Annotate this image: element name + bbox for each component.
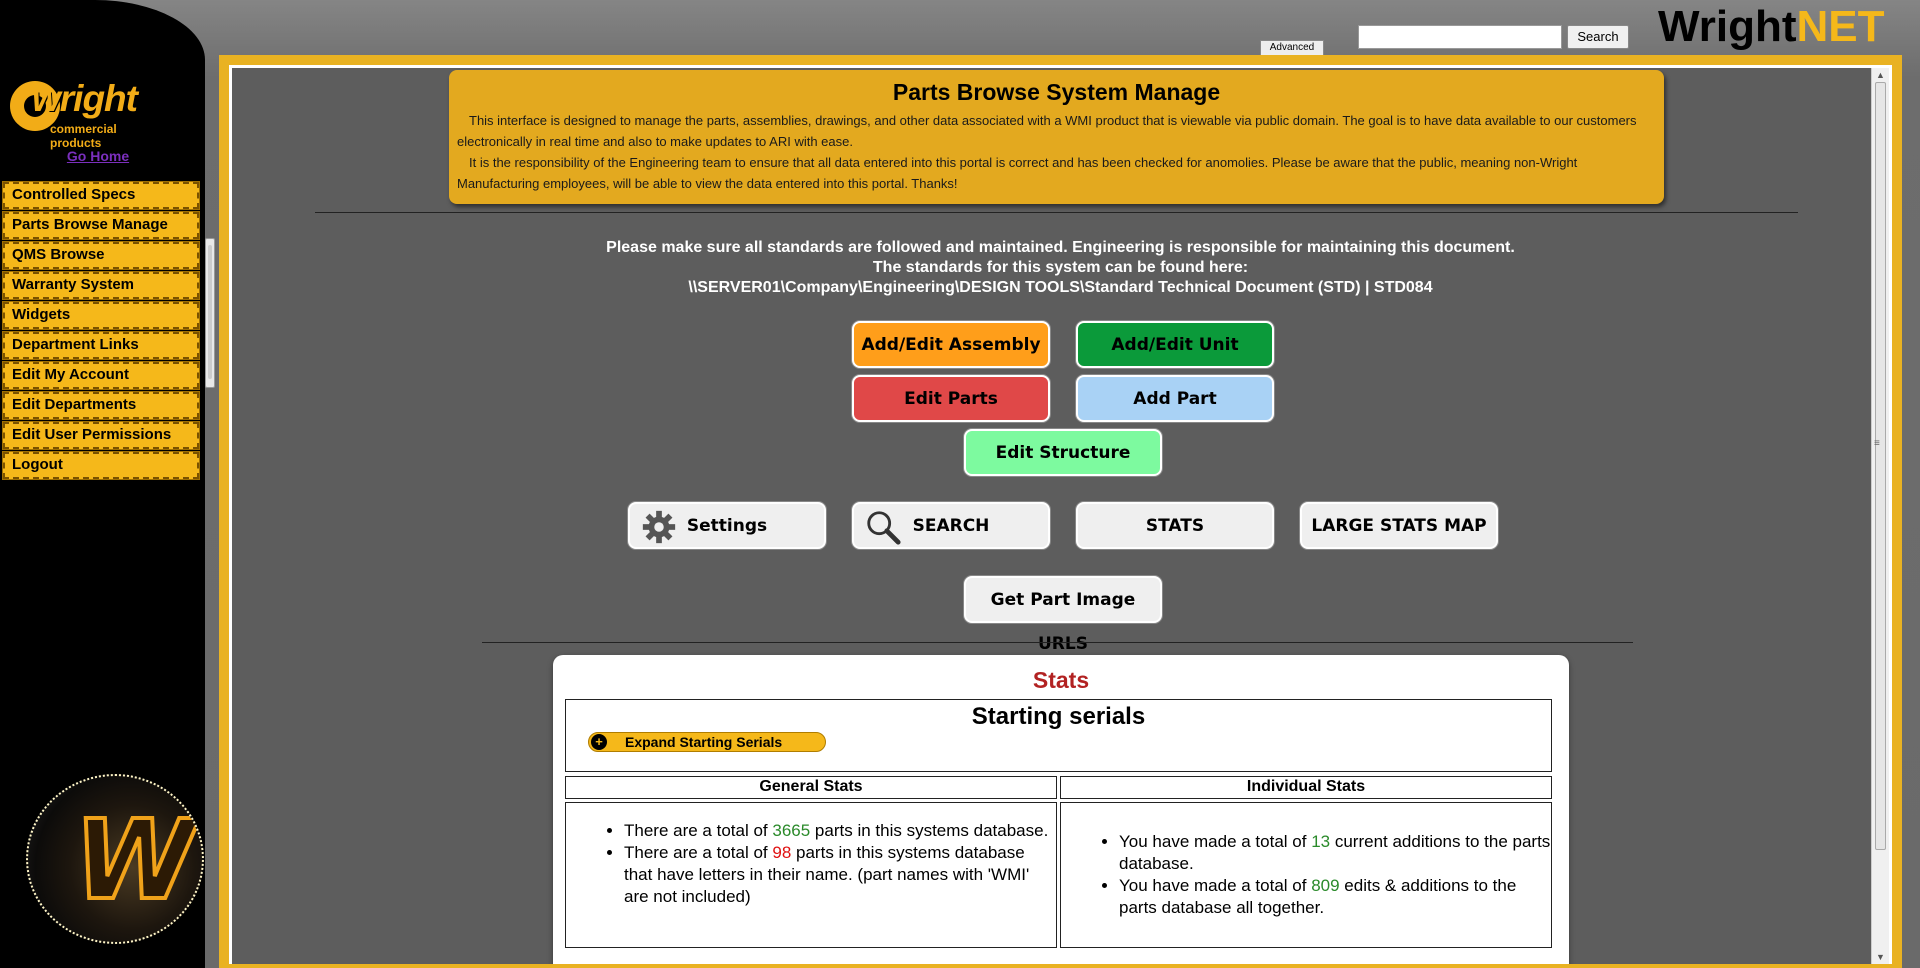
total-parts-count: 3665	[772, 821, 811, 840]
edit-structure-button[interactable]: Edit Structure	[964, 429, 1162, 476]
frame-inner: Parts Browse System Manage This interfac…	[229, 65, 1892, 964]
edit-parts-button[interactable]: Edit Parts	[852, 375, 1050, 422]
scroll-down-arrow-icon[interactable]: ▼	[1876, 952, 1885, 962]
individual-stats-cell: You have made a total of 13 current addi…	[1060, 802, 1552, 948]
sidebar-item-parts-browse-manage[interactable]: Parts Browse Manage	[2, 211, 200, 240]
individual-stats-list: You have made a total of 13 current addi…	[1061, 831, 1551, 919]
add-edit-assembly-button[interactable]: Add/Edit Assembly	[852, 321, 1050, 368]
settings-button[interactable]: Settings	[628, 502, 826, 549]
general-stats-cell: There are a total of 3665 parts in this …	[565, 802, 1057, 948]
info-box: Parts Browse System Manage This interfac…	[449, 70, 1664, 204]
page-title: Parts Browse System Manage	[892, 79, 1221, 105]
add-edit-unit-button[interactable]: Add/Edit Unit	[1076, 321, 1274, 368]
sidebar-item-warranty-system[interactable]: Warranty System	[2, 271, 200, 300]
info-paragraph-1: This interface is designed to manage the…	[457, 113, 1637, 149]
go-home-link[interactable]: Go Home	[0, 148, 196, 164]
search-page-label: SEARCH	[912, 516, 990, 536]
general-stats-list: There are a total of 3665 parts in this …	[566, 820, 1056, 908]
sidebar-item-controlled-specs[interactable]: Controlled Specs	[2, 181, 200, 210]
list-item: There are a total of 3665 parts in this …	[624, 820, 1056, 842]
list-item: You have made a total of 13 current addi…	[1119, 831, 1551, 875]
advanced-search-button[interactable]: Advanced	[1260, 40, 1324, 56]
settings-label: Settings	[686, 516, 768, 536]
starting-serials-title: Starting serials	[971, 703, 1146, 730]
current-additions-count: 13	[1311, 832, 1331, 851]
divider	[482, 642, 1633, 643]
add-part-button[interactable]: Add Part	[1076, 375, 1274, 422]
list-item: You have made a total of 809 edits & add…	[1119, 875, 1551, 919]
scroll-thumb[interactable]	[1875, 82, 1886, 850]
logo-word: wright	[32, 78, 138, 119]
list-item: There are a total of 98 parts in this sy…	[624, 842, 1056, 908]
stats-panel: Stats Starting serials + Expand Starting…	[553, 655, 1569, 964]
general-stats-header: General Stats	[565, 776, 1057, 799]
sidebar-item-edit-user-permissions[interactable]: Edit User Permissions	[2, 421, 200, 450]
sidebar-item-edit-my-account[interactable]: Edit My Account	[2, 361, 200, 390]
sidebar-item-edit-departments[interactable]: Edit Departments	[2, 391, 200, 420]
wright-logo: wright commercial products	[10, 78, 170, 150]
gear-icon	[642, 510, 676, 544]
stats-title: Stats	[1032, 667, 1090, 693]
sidebar-scrollbar[interactable]	[205, 238, 215, 388]
individual-stats-header: Individual Stats	[1060, 776, 1552, 799]
magnifier-icon	[867, 511, 901, 545]
info-paragraph-2: It is the responsibility of the Engineer…	[457, 155, 1578, 191]
main-frame: Parts Browse System Manage This interfac…	[219, 55, 1902, 968]
notice-line-2: The standards for this system can be fou…	[872, 259, 1249, 276]
total-edits-count: 809	[1311, 876, 1340, 895]
content-scrollbar[interactable]: ▲ ≡ ▼	[1871, 68, 1889, 964]
scroll-up-arrow-icon[interactable]: ▲	[1876, 70, 1885, 80]
lettered-parts-count: 98	[772, 843, 792, 862]
wright-w-badge-icon: W	[26, 774, 204, 944]
search-input[interactable]	[1358, 25, 1562, 49]
notice-line-3: \\SERVER01\Company\Engineering\DESIGN TO…	[688, 279, 1433, 296]
search-button[interactable]: Search	[1567, 25, 1629, 49]
large-stats-map-button[interactable]: LARGE STATS MAP	[1300, 502, 1498, 549]
sidebar-item-logout[interactable]: Logout	[2, 451, 200, 480]
expand-starting-serials-label: Expand Starting Serials	[625, 734, 783, 750]
search-page-button[interactable]: SEARCH	[852, 502, 1050, 549]
notice-line-1: Please make sure all standards are follo…	[606, 239, 1515, 256]
sidebar-item-department-links[interactable]: Department Links	[2, 331, 200, 360]
standards-notice: Please make sure all standards are follo…	[232, 238, 1889, 298]
sidebar: wright commercial products Go Home Contr…	[0, 0, 205, 968]
brand-part-1: Wright	[1658, 2, 1797, 51]
stats-button[interactable]: STATS	[1076, 502, 1274, 549]
content-area: Parts Browse System Manage This interfac…	[232, 68, 1889, 964]
expand-starting-serials-button[interactable]: + Expand Starting Serials	[588, 732, 826, 752]
brand-title: WrightNET	[1658, 2, 1885, 52]
logo-subtitle: commercial products	[50, 122, 117, 150]
plus-circle-icon: +	[591, 734, 607, 750]
sidebar-nav: Controlled Specs Parts Browse Manage QMS…	[2, 181, 200, 482]
get-part-image-urls-button[interactable]: Get Part Image URLS	[964, 576, 1162, 654]
brand-part-2: NET	[1796, 2, 1885, 51]
sidebar-item-qms-browse[interactable]: QMS Browse	[2, 241, 200, 270]
sidebar-item-widgets[interactable]: Widgets	[2, 301, 200, 330]
divider	[315, 212, 1798, 213]
starting-serials-section: Starting serials + Expand Starting Seria…	[565, 699, 1552, 772]
scroll-grip-icon: ≡	[1874, 438, 1880, 449]
